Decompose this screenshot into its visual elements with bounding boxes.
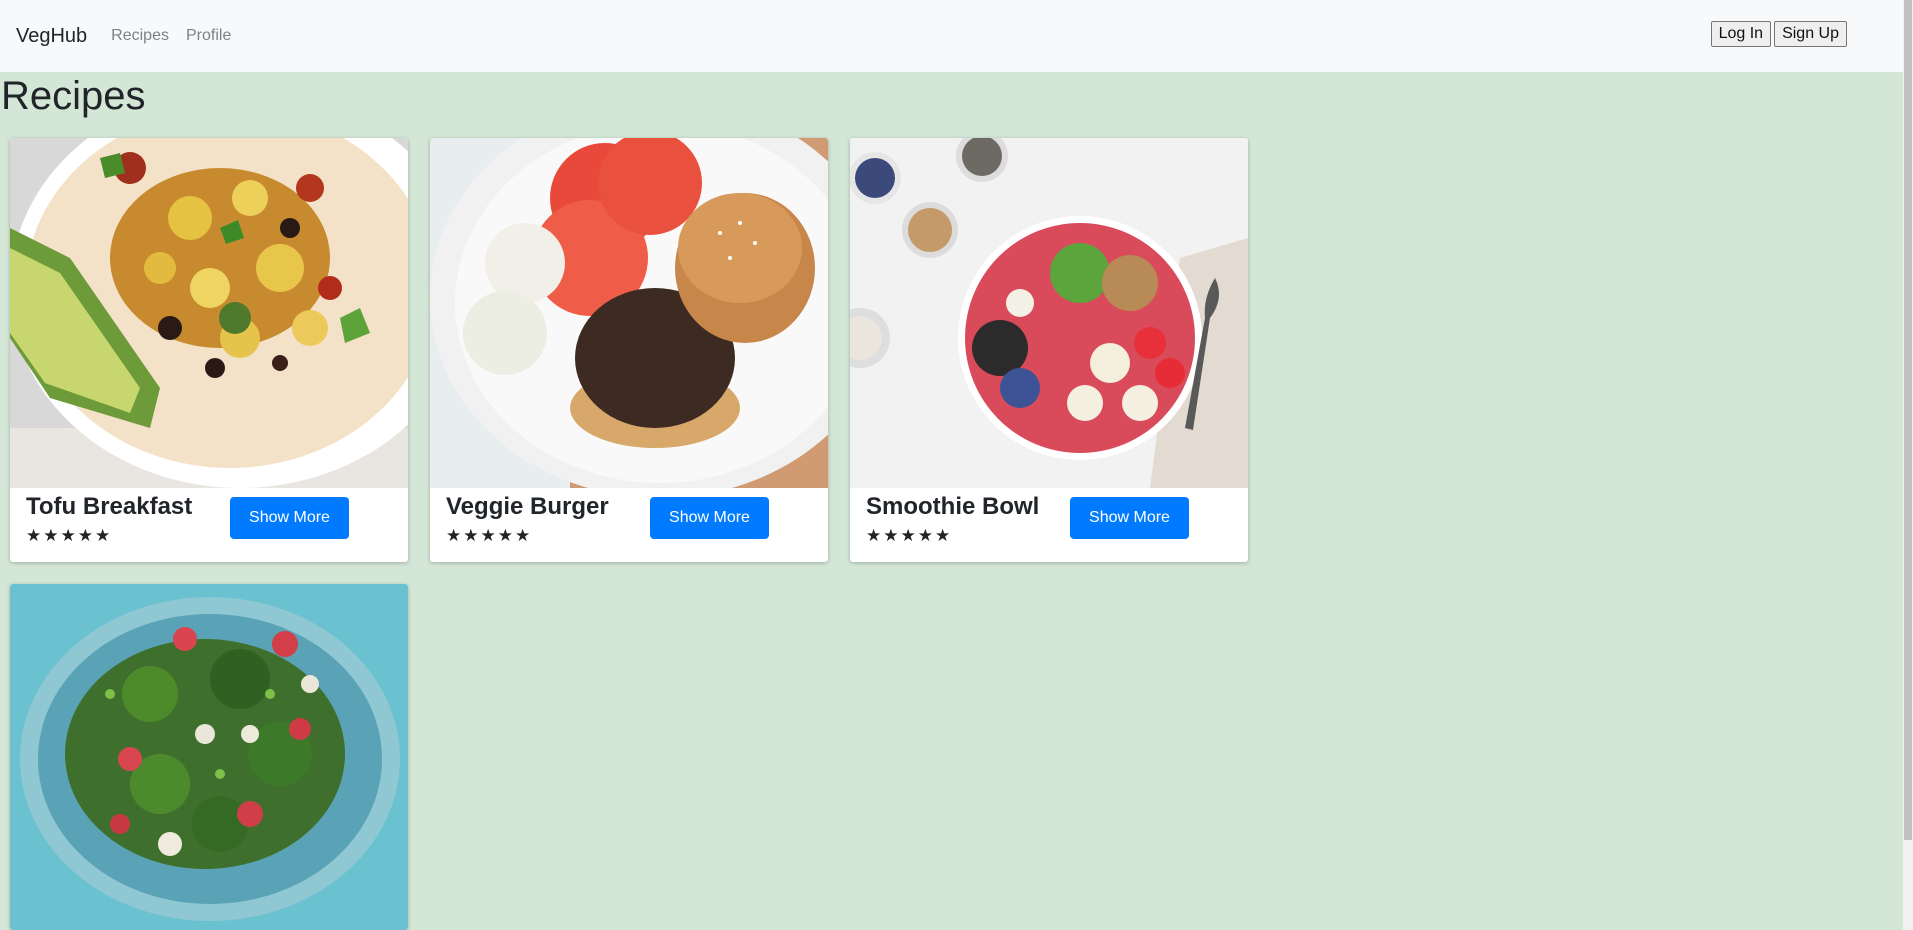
- nav-link-recipes[interactable]: Recipes: [111, 27, 169, 45]
- recipe-card: Smoothie Bowl ★★★★★ Show More: [850, 138, 1248, 562]
- show-more-button[interactable]: Show More: [1070, 497, 1189, 539]
- show-more-button[interactable]: Show More: [230, 497, 349, 539]
- auth-buttons: Log In Sign Up: [1710, 21, 1847, 47]
- star-rating: ★★★★★: [26, 526, 113, 545]
- signup-button[interactable]: Sign Up: [1774, 21, 1847, 47]
- recipe-image-veggie-burger: [430, 138, 828, 488]
- top-navbar: VegHub Recipes Profile Log In Sign Up: [0, 0, 1903, 72]
- login-button[interactable]: Log In: [1710, 21, 1772, 47]
- show-more-button[interactable]: Show More: [650, 497, 769, 539]
- recipe-card: Veggie Burger ★★★★★ Show More: [430, 138, 828, 562]
- recipe-image-tofu-breakfast: [10, 138, 408, 488]
- recipe-title: Tofu Breakfast: [26, 493, 193, 520]
- recipe-image-salad: [10, 584, 408, 930]
- nav-link-profile[interactable]: Profile: [186, 27, 231, 45]
- recipe-card-body: Tofu Breakfast ★★★★★ Show More: [10, 488, 408, 562]
- recipe-title: Smoothie Bowl: [866, 493, 1040, 520]
- recipe-card: [10, 584, 408, 930]
- brand-logo[interactable]: VegHub: [16, 25, 87, 48]
- recipe-image-smoothie-bowl: [850, 138, 1248, 488]
- page-title: Recipes: [1, 74, 146, 118]
- star-rating: ★★★★★: [866, 526, 953, 545]
- scrollbar-thumb[interactable]: [1904, 0, 1912, 840]
- page-scrollbar[interactable]: [1903, 0, 1913, 930]
- recipe-card: Tofu Breakfast ★★★★★ Show More: [10, 138, 408, 562]
- recipe-title: Veggie Burger: [446, 493, 609, 520]
- recipe-card-body: Smoothie Bowl ★★★★★ Show More: [850, 488, 1248, 562]
- star-rating: ★★★★★: [446, 526, 533, 545]
- recipe-card-body: Veggie Burger ★★★★★ Show More: [430, 488, 828, 562]
